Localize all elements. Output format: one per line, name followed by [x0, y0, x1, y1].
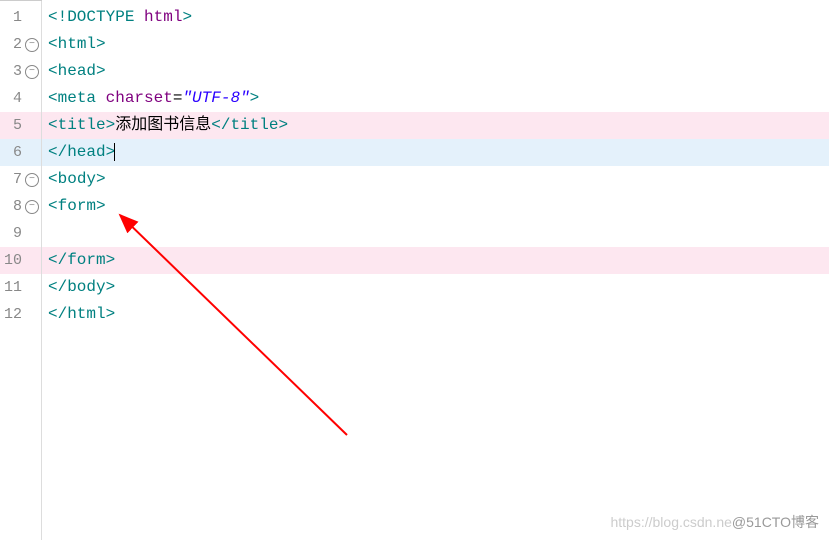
code-area[interactable]: <!DOCTYPE html> <html> <head> <meta char…	[42, 0, 829, 540]
code-line[interactable]: <html>	[42, 31, 829, 58]
code-line[interactable]: <title>添加图书信息</title>	[42, 112, 829, 139]
gutter-row: 7−	[0, 166, 41, 193]
code-line[interactable]: </html>	[42, 301, 829, 328]
fold-toggle-icon[interactable]: −	[25, 65, 39, 79]
code-line[interactable]: </form>	[42, 247, 829, 274]
line-number: 4	[0, 90, 24, 107]
code-line[interactable]: </head>	[42, 139, 829, 166]
gutter-row: 8−	[0, 193, 41, 220]
code-line[interactable]: </body>	[42, 274, 829, 301]
fold-toggle-icon[interactable]: −	[25, 200, 39, 214]
gutter-row: 12	[0, 301, 41, 328]
line-number: 10	[0, 252, 24, 269]
line-number: 12	[0, 306, 24, 323]
code-line[interactable]: <meta charset="UTF-8">	[42, 85, 829, 112]
line-number: 1	[0, 9, 24, 26]
fold-toggle-icon[interactable]: −	[25, 173, 39, 187]
gutter-row: 3−	[0, 58, 41, 85]
line-number: 7	[0, 171, 24, 188]
watermark: https://blog.csdn.ne@51CTO博客	[610, 512, 819, 532]
code-line[interactable]: <!DOCTYPE html>	[42, 4, 829, 31]
gutter-row: 9	[0, 220, 41, 247]
fold-toggle-icon[interactable]: −	[25, 38, 39, 52]
line-number: 2	[0, 36, 24, 53]
gutter-row: 4	[0, 85, 41, 112]
line-number: 11	[0, 279, 24, 296]
code-line[interactable]: <head>	[42, 58, 829, 85]
line-number: 5	[0, 117, 24, 134]
line-number: 3	[0, 63, 24, 80]
code-editor: 1 2− 3− 4 5 6 7− 8− 9 10 11 12 <!DOCTYPE…	[0, 0, 829, 540]
gutter-row: 1	[0, 4, 41, 31]
line-gutter: 1 2− 3− 4 5 6 7− 8− 9 10 11 12	[0, 0, 42, 540]
code-line[interactable]: <body>	[42, 166, 829, 193]
line-number: 9	[0, 225, 24, 242]
gutter-row: 11	[0, 274, 41, 301]
gutter-row: 6	[0, 139, 41, 166]
line-number: 8	[0, 198, 24, 215]
gutter-row: 10	[0, 247, 41, 274]
line-number: 6	[0, 144, 24, 161]
gutter-row: 2−	[0, 31, 41, 58]
text-cursor	[114, 143, 115, 161]
code-line[interactable]: <form>	[42, 193, 829, 220]
code-line[interactable]	[42, 220, 829, 247]
gutter-row: 5	[0, 112, 41, 139]
